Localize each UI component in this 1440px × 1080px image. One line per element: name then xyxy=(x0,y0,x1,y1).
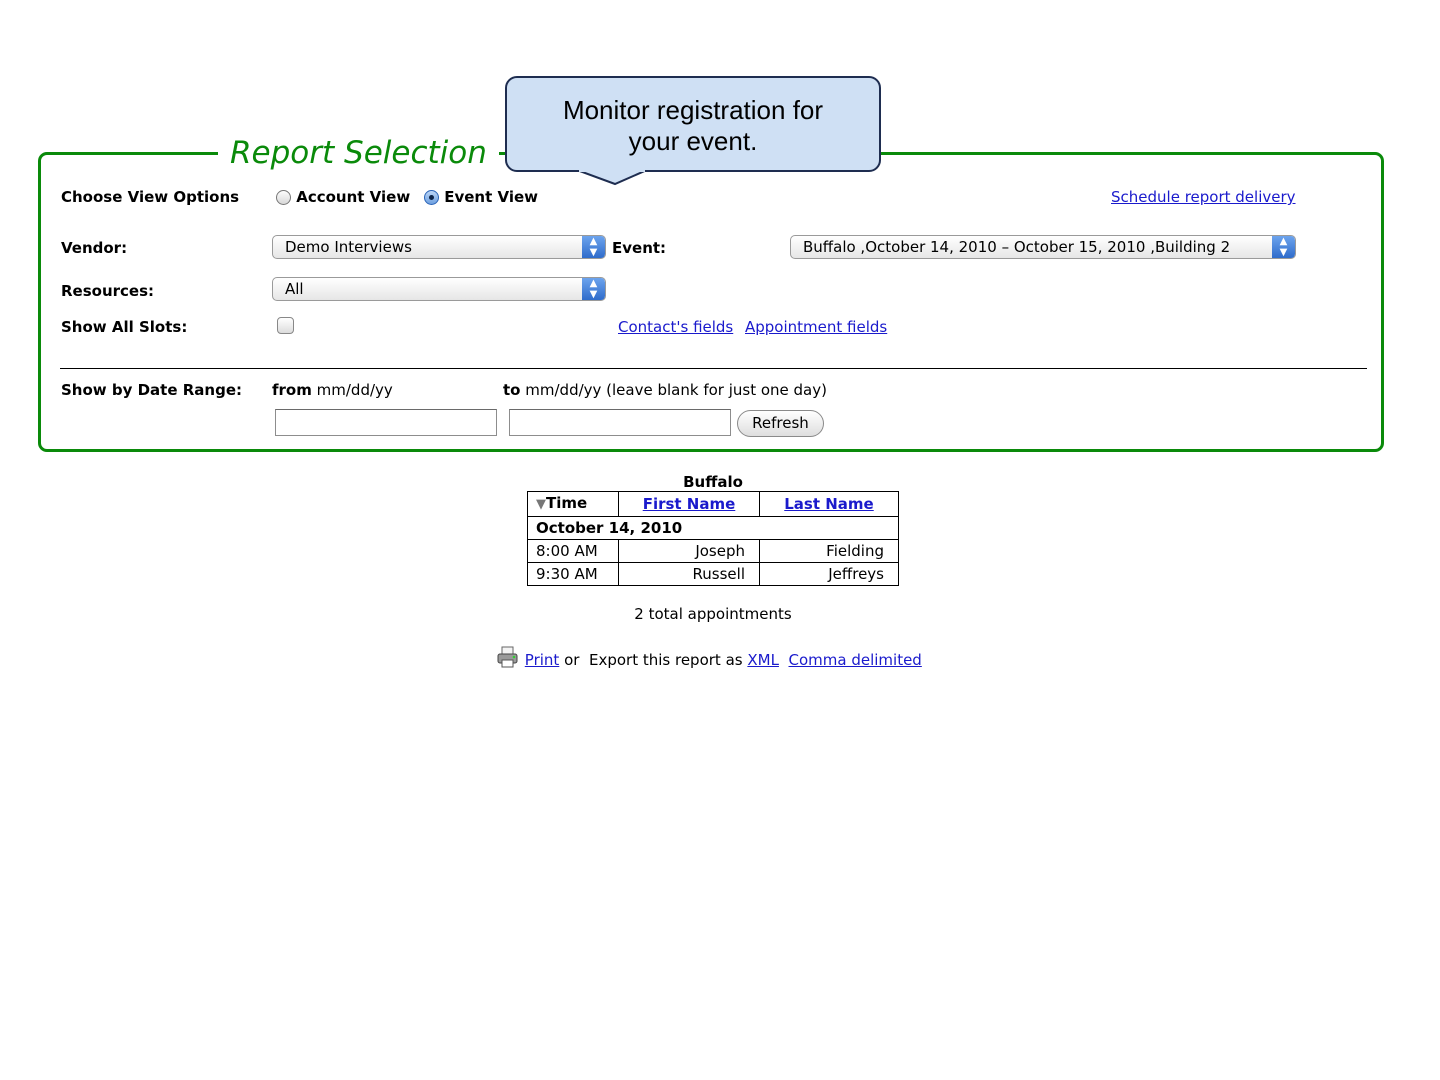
contacts-fields-link[interactable]: Contact's fields xyxy=(618,317,733,337)
callout-line-1: Monitor registration for xyxy=(562,95,824,125)
last-name-cell: Jeffreys xyxy=(759,562,899,586)
to-format: mm/dd/yy (leave blank for just one day) xyxy=(525,381,827,399)
print-link[interactable]: Print xyxy=(525,651,560,669)
export-text: Export this report as xyxy=(588,651,743,669)
xml-export-link[interactable]: XML xyxy=(747,651,779,669)
resources-label: Resources: xyxy=(61,282,155,300)
event-label: Event: xyxy=(612,239,667,257)
appointment-fields-link[interactable]: Appointment fields xyxy=(745,317,887,337)
from-date-input[interactable] xyxy=(275,409,497,436)
to-hint: to mm/dd/yy (leave blank for just one da… xyxy=(503,380,827,400)
first-name-cell: Joseph xyxy=(618,539,760,563)
account-view-label: Account View xyxy=(296,188,411,206)
to-label: to xyxy=(503,381,521,399)
last-name-column-header[interactable]: Last Name xyxy=(759,491,899,517)
sort-down-icon: ▼ xyxy=(536,497,546,512)
from-label: from xyxy=(272,381,312,399)
printer-icon[interactable] xyxy=(496,646,520,668)
select-arrows-icon: ▲ ▼ xyxy=(582,278,605,300)
refresh-button[interactable]: Refresh xyxy=(737,410,824,437)
callout-bubble: Monitor registration for your event. xyxy=(505,76,881,172)
date-group-label: October 14, 2010 xyxy=(527,516,899,540)
event-view-radio-icon[interactable] xyxy=(424,190,439,205)
appointments-table: ▼Time First Name Last Name October 14, 2… xyxy=(527,491,899,586)
from-hint: from mm/dd/yy xyxy=(272,380,393,400)
show-all-slots-checkbox[interactable] xyxy=(277,317,294,334)
table-row: 8:00 AM Joseph Fielding xyxy=(527,539,899,563)
first-name-column-header[interactable]: First Name xyxy=(618,491,760,517)
account-view-option[interactable]: Account View xyxy=(276,187,410,207)
divider xyxy=(60,368,1367,369)
csv-export-link[interactable]: Comma delimited xyxy=(789,651,922,669)
time-header-label: Time xyxy=(546,494,588,512)
to-date-input[interactable] xyxy=(509,409,731,436)
time-column-header[interactable]: ▼Time xyxy=(527,491,619,517)
report-selection-title: Report Selection xyxy=(218,133,499,173)
schedule-report-delivery-link[interactable]: Schedule report delivery xyxy=(1111,187,1296,207)
from-format: mm/dd/yy xyxy=(316,381,393,399)
date-group-row: October 14, 2010 xyxy=(527,516,899,540)
first-name-cell: Russell xyxy=(618,562,760,586)
results-caption: Buffalo xyxy=(683,473,743,491)
first-name-sort-link[interactable]: First Name xyxy=(643,495,736,513)
event-view-option[interactable]: Event View xyxy=(424,187,538,207)
time-cell: 9:30 AM xyxy=(527,562,619,586)
last-name-sort-link[interactable]: Last Name xyxy=(784,495,873,513)
resources-select[interactable]: All ▲ ▼ xyxy=(272,277,606,301)
resources-select-value: All xyxy=(285,280,304,298)
last-name-cell: Fielding xyxy=(759,539,899,563)
select-arrows-icon: ▲ ▼ xyxy=(1272,236,1295,258)
view-options-label: Choose View Options xyxy=(61,188,240,206)
date-range-label: Show by Date Range: xyxy=(61,381,243,399)
table-header-row: ▼Time First Name Last Name xyxy=(527,491,899,517)
event-select[interactable]: Buffalo ,October 14, 2010 – October 15, … xyxy=(790,235,1296,259)
vendor-label: Vendor: xyxy=(61,239,128,257)
vendor-select[interactable]: Demo Interviews ▲ ▼ xyxy=(272,235,606,259)
or-text: or xyxy=(564,651,580,669)
callout-tail xyxy=(576,170,648,186)
select-arrows-icon: ▲ ▼ xyxy=(582,236,605,258)
vendor-select-value: Demo Interviews xyxy=(285,238,412,256)
table-row: 9:30 AM Russell Jeffreys xyxy=(527,562,899,586)
total-appointments: 2 total appointments xyxy=(634,605,792,623)
callout-line-2: your event. xyxy=(628,126,758,156)
event-view-label: Event View xyxy=(444,188,539,206)
show-all-slots-label: Show All Slots: xyxy=(61,318,188,336)
export-bar: Print or Export this report as XML Comma… xyxy=(496,646,922,670)
event-select-value: Buffalo ,October 14, 2010 – October 15, … xyxy=(803,238,1231,256)
time-cell: 8:00 AM xyxy=(527,539,619,563)
account-view-radio-icon[interactable] xyxy=(276,190,291,205)
